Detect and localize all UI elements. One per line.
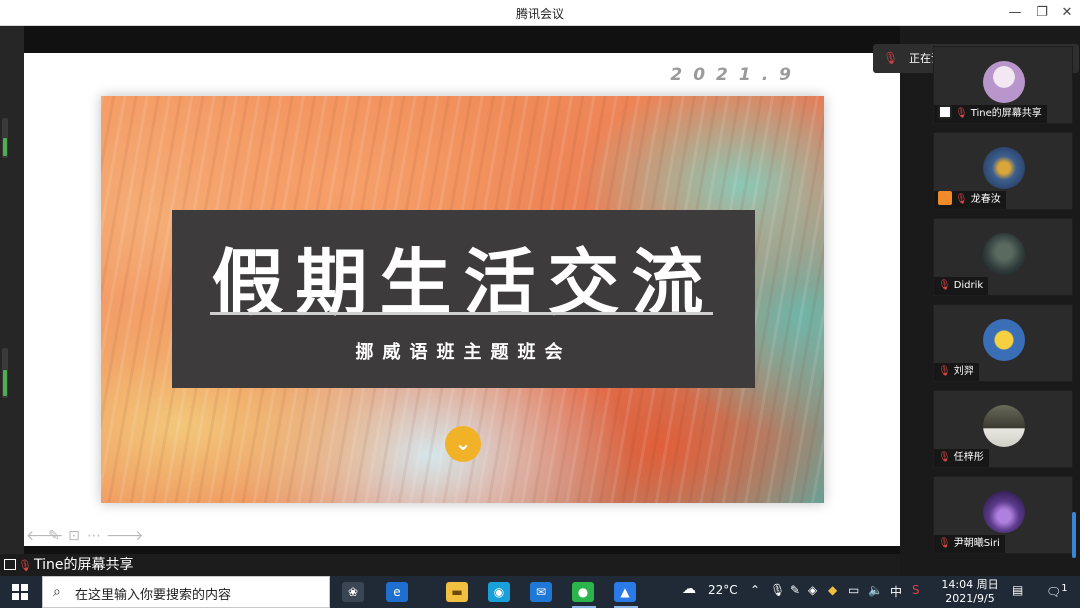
clock-date: 2021/9/5 [945, 592, 995, 605]
arrow-left-icon[interactable]: 🡐 [26, 528, 64, 544]
mic-muted-icon: 🎙 [938, 366, 951, 377]
security-icon[interactable]: ◈ [808, 583, 817, 597]
notes-icon[interactable]: ▤ [1012, 583, 1023, 597]
audio-level-meter [2, 118, 8, 158]
weather-temperature[interactable]: 22°C [708, 583, 738, 597]
share-source-label: 🎙 Tine的屏幕共享 [0, 554, 260, 576]
participant-tile[interactable]: 🎙 刘羿 [933, 304, 1073, 382]
mic-muted-icon: 🎙 [18, 559, 32, 572]
wechat-icon[interactable]: ● [572, 582, 594, 602]
screen: 腾讯会议 — ❐ ✕ 2021.9 假期生活交流 挪威语班主题班会 ⌄ 🡐 ✎ … [0, 0, 1080, 608]
cloud-weather-icon[interactable]: ☁ [682, 581, 696, 597]
task-view-icon[interactable]: ❀ [342, 582, 364, 602]
avatar [983, 491, 1025, 533]
screen-share-icon [4, 559, 16, 570]
notification-center-icon[interactable]: 🗨1 [1046, 583, 1068, 599]
notification-count: 1 [1061, 583, 1068, 594]
slides-grid-icon[interactable]: ⊡ [66, 528, 82, 544]
participant-tile[interactable]: 🎙 任梓彤 [933, 390, 1073, 468]
file-explorer-icon[interactable]: ▬ [446, 582, 468, 602]
windows-start-icon[interactable] [12, 584, 28, 600]
microphone-icon[interactable]: 🎙 [770, 583, 785, 597]
audio-level-meter [2, 348, 8, 398]
minimize-button[interactable]: — [1006, 4, 1024, 22]
mic-muted-icon: 🎙 [938, 538, 951, 549]
participant-name: 尹朝曦Siri [953, 538, 1000, 549]
pen-icon[interactable]: ✎ [46, 528, 62, 544]
participant-name: 任梓彤 [953, 452, 984, 463]
avatar [983, 319, 1025, 361]
app-tray-icon[interactable]: ◆ [828, 583, 837, 597]
share-source-name: Tine的屏幕共享 [33, 557, 134, 573]
title-bar: 腾讯会议 — ❐ ✕ [0, 0, 1080, 26]
mic-muted-icon: 🎙 [938, 452, 951, 463]
slide-title-banner: 假期生活交流 挪威语班主题班会 [172, 210, 755, 388]
restore-button[interactable]: ❐ [1033, 4, 1051, 22]
avatar [983, 147, 1025, 189]
avatar [983, 233, 1025, 275]
ie-browser-icon[interactable]: e [386, 582, 408, 602]
input-method-indicator[interactable]: 中 [890, 583, 902, 600]
participant-name: 龙春汝 [970, 194, 1001, 205]
left-toolbar [0, 26, 24, 576]
participant-name: 刘羿 [953, 366, 974, 377]
close-button[interactable]: ✕ [1058, 4, 1076, 22]
window-title: 腾讯会议 [515, 7, 564, 21]
sogou-ime-icon[interactable]: S [912, 583, 920, 597]
participant-tile[interactable]: 🎙 龙春汝 [933, 132, 1073, 210]
taskbar-search-box[interactable]: ⌕ 在这里输入你要搜索的内容 [42, 576, 330, 608]
tencent-meeting-icon[interactable]: ▲ [614, 582, 636, 602]
avatar [983, 405, 1025, 447]
participant-name-tag: 🎙 Didrik [934, 277, 989, 295]
share-letterbox-top [24, 26, 900, 53]
mic-muted-icon: 🎙 [938, 280, 951, 291]
pen-tray-icon[interactable]: ✎ [790, 583, 800, 597]
slide-toolbar: 🡐 ✎ ⊡ ⋯ 🡒 [26, 528, 144, 544]
participant-name: Tine的屏幕共享 [970, 108, 1042, 119]
taskbar-clock[interactable]: 14:04 周日 2021/9/5 [940, 578, 1000, 606]
avatar [983, 61, 1025, 103]
battery-icon[interactable]: ▭ [848, 583, 859, 597]
mic-muted-icon: 🎙 [955, 108, 968, 119]
user-icon [938, 191, 952, 205]
edge-browser-icon[interactable]: ◉ [488, 582, 510, 602]
slide-cover-image: 假期生活交流 挪威语班主题班会 ⌄ [101, 96, 824, 503]
participant-tile[interactable]: 🎙 尹朝曦Siri [933, 476, 1073, 554]
shared-screen[interactable]: 2021.9 假期生活交流 挪威语班主题班会 ⌄ 🡐 ✎ ⊡ ⋯ 🡒 [24, 53, 900, 546]
participant-name-tag: 🎙 龙春汝 [934, 191, 1006, 209]
participant-name-tag: 🎙 尹朝曦Siri [934, 535, 1005, 553]
taskbar: ⌕ 在这里输入你要搜索的内容 ❀ e ▬ ◉ ✉ ● ▲ ☁ 22°C ⌃ 🎙 … [0, 576, 1080, 608]
participant-name-tag: 🎙 刘羿 [934, 363, 979, 381]
mic-icon: 🎙 [883, 51, 899, 65]
mic-muted-icon: 🎙 [955, 194, 968, 205]
chevron-up-icon[interactable]: ⌃ [750, 583, 760, 597]
participant-tile[interactable]: 🎙 Tine的屏幕共享 [933, 46, 1073, 124]
search-placeholder: 在这里输入你要搜索的内容 [75, 588, 232, 603]
participant-name: Didrik [953, 280, 984, 291]
participant-tile[interactable]: 🎙 Didrik [933, 218, 1073, 296]
search-icon: ⌕ [53, 584, 61, 600]
screen-share-icon [938, 105, 952, 119]
volume-icon[interactable]: 🔈 [868, 583, 883, 597]
panel-scrollbar[interactable] [1072, 512, 1076, 558]
clock-time: 14:04 周日 [941, 578, 999, 591]
arrow-right-icon[interactable]: 🡒 [106, 528, 144, 544]
share-letterbox-bottom [24, 546, 900, 554]
more-icon[interactable]: ⋯ [86, 528, 102, 544]
title-divider [210, 312, 713, 315]
slide-subtitle: 挪威语班主题班会 [355, 342, 572, 363]
participant-name-tag: 🎙 Tine的屏幕共享 [934, 105, 1047, 123]
participant-name-tag: 🎙 任梓彤 [934, 449, 989, 467]
slide-date: 2021.9 [670, 65, 802, 85]
chevron-down-icon[interactable]: ⌄ [445, 426, 481, 462]
mail-icon[interactable]: ✉ [530, 582, 552, 602]
